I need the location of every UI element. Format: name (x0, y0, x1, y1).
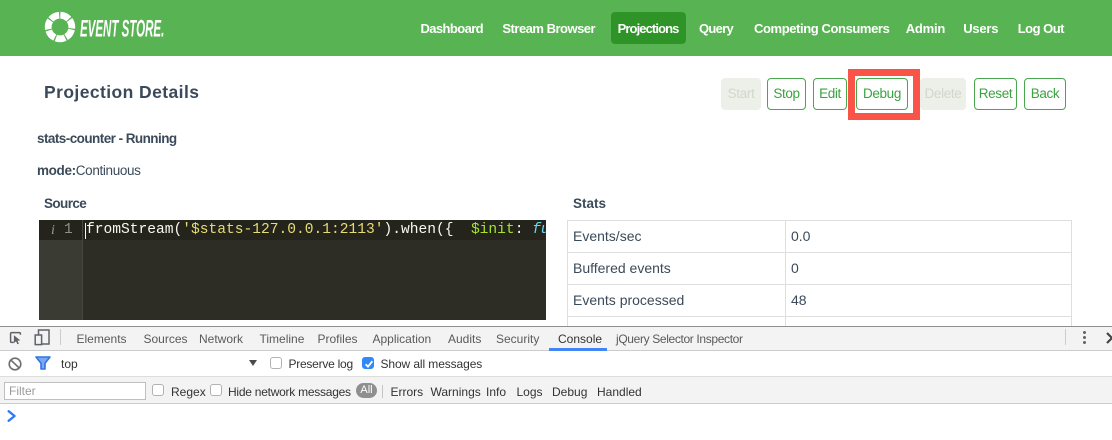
svg-text:EVENT STORE.: EVENT STORE. (80, 17, 164, 41)
